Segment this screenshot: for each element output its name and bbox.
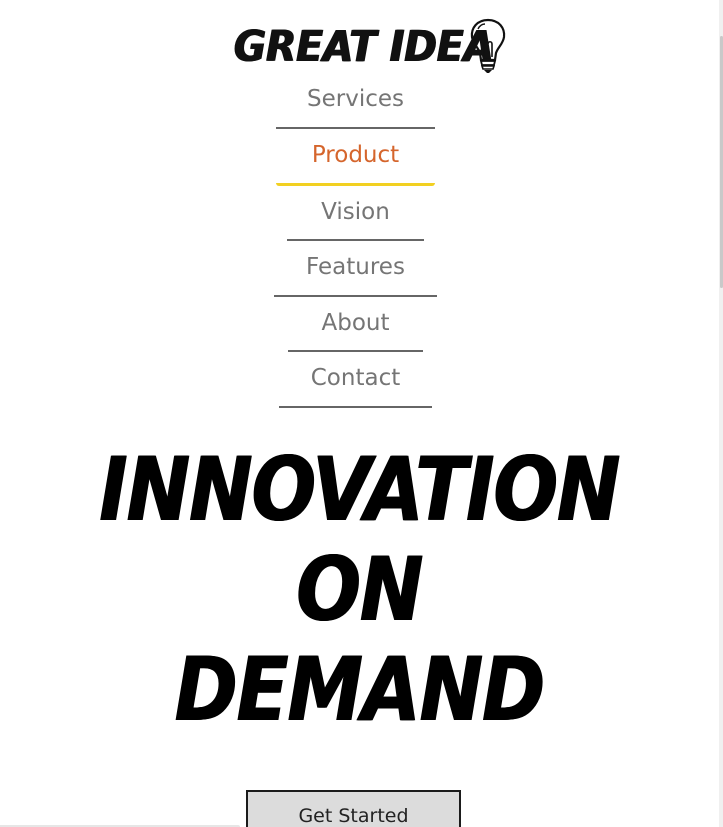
nav-underline	[276, 127, 435, 129]
nav-underline	[288, 350, 423, 352]
nav-item-features[interactable]: Features	[274, 248, 437, 297]
hero-line-2: ON	[296, 538, 424, 641]
hero-line-1: INNOVATION	[99, 438, 620, 541]
logo-text: GREAT IDEA	[234, 22, 494, 72]
nav-item-label: Product	[311, 142, 400, 168]
hero-headline: INNOVATION ON DEMAND	[0, 440, 719, 740]
nav-underline	[279, 406, 432, 408]
page: GREAT IDEA Services Product Vision Featu…	[0, 0, 723, 827]
nav-underline	[287, 239, 424, 241]
nav-item-vision[interactable]: Vision	[287, 193, 424, 241]
nav-active-underline	[276, 183, 435, 186]
nav-item-about[interactable]: About	[288, 304, 423, 352]
site-logo[interactable]: GREAT IDEA	[232, 12, 512, 78]
get-started-button[interactable]: Get Started	[246, 790, 461, 827]
hero-line-3: DEMAND	[174, 638, 545, 741]
nav-item-contact[interactable]: Contact	[279, 359, 432, 408]
nav-item-services[interactable]: Services	[276, 80, 435, 129]
nav-item-label: Vision	[321, 199, 390, 225]
nav-item-label: Contact	[310, 365, 401, 391]
nav-item-product[interactable]: Product	[276, 136, 435, 186]
scrollbar[interactable]	[719, 0, 723, 827]
nav-item-label: About	[321, 310, 390, 336]
nav-underline	[274, 295, 437, 297]
nav-item-label: Services	[307, 86, 404, 112]
nav-item-label: Features	[306, 254, 405, 280]
lightbulb-icon	[470, 18, 506, 73]
